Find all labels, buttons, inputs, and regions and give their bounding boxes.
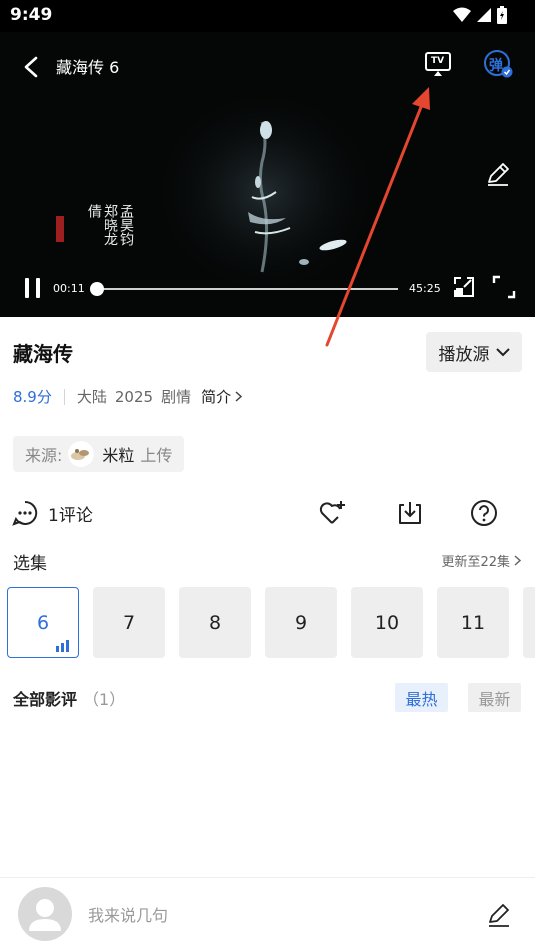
pencil-icon[interactable] [484, 160, 512, 188]
comment-input[interactable] [88, 900, 458, 930]
score: 8.9分 [13, 388, 52, 406]
playing-bars-icon [56, 640, 69, 652]
episodes-update-text: 更新至22集 [441, 555, 510, 570]
credits-text: 孟昊钧 郑晓龙 倩 [86, 204, 134, 246]
episode-number: 9 [294, 611, 308, 634]
show-title: 藏海传 [13, 342, 73, 366]
episode-item[interactable]: 7 [93, 587, 165, 658]
comment-input-bar [0, 877, 535, 951]
video-player[interactable]: 孟昊钧 郑晓龙 倩 藏海传 6 TV 弹 00:11 45:25 [0, 32, 535, 317]
chat-bubble-icon [12, 500, 38, 526]
picture-in-picture-icon[interactable] [452, 275, 476, 299]
episode-list: 6 7 8 9 10 11 [7, 587, 535, 658]
year: 2025 [114, 387, 154, 406]
episode-item[interactable]: 8 [179, 587, 251, 658]
status-time: 9:49 [10, 5, 53, 25]
play-source-label: 播放源 [438, 344, 490, 365]
tv-cast-button[interactable]: TV [422, 50, 454, 80]
play-source-button[interactable]: 播放源 [426, 332, 522, 372]
progress-thumb[interactable] [90, 282, 105, 296]
chevron-right-icon [514, 555, 521, 566]
reviews-count: （1） [83, 690, 126, 709]
episode-number: 10 [374, 611, 400, 634]
cellular-icon [477, 8, 491, 22]
episode-item-active[interactable]: 6 [7, 587, 79, 658]
intro-label: 简介 [201, 388, 232, 406]
total-time: 45:25 [409, 282, 441, 295]
reviews-title: 全部影评 [13, 690, 78, 709]
wifi-icon [453, 7, 471, 22]
chevron-right-icon [235, 391, 243, 402]
fullscreen-icon[interactable] [492, 275, 516, 299]
episode-number: 8 [208, 611, 222, 634]
show-meta: 8.9分 大陆 2025 剧情 简介 [13, 386, 243, 407]
status-icons [453, 6, 507, 24]
danmu-toggle-button[interactable]: 弹 [482, 48, 516, 82]
uploader-badge[interactable]: 来源: 米粒 上传 [13, 436, 185, 472]
progress-bar[interactable] [90, 282, 398, 296]
user-avatar[interactable] [18, 887, 72, 941]
battery-icon [497, 6, 507, 24]
uploader-name: 米粒 [102, 446, 135, 465]
tv-cast-label: TV [431, 56, 445, 66]
download-icon[interactable] [396, 499, 424, 527]
episodes-label: 选集 [13, 554, 47, 574]
heart-plus-icon[interactable] [318, 499, 346, 527]
sort-hot-button[interactable]: 最热 [395, 683, 448, 712]
episode-item[interactable]: 11 [437, 587, 509, 658]
episodes-update-link[interactable]: 更新至22集 [441, 551, 521, 570]
uploader-suffix: 上传 [140, 446, 173, 465]
comment-count: 1评论 [48, 505, 93, 526]
uploader-avatar [68, 441, 95, 467]
player-top-bar: 藏海传 6 TV 弹 [0, 32, 535, 102]
uploader-prefix: 来源: [25, 446, 63, 465]
episode-number: 7 [122, 611, 136, 634]
current-time: 00:11 [53, 282, 85, 295]
episode-item[interactable]: 9 [265, 587, 337, 658]
episode-number: 11 [460, 611, 486, 634]
region: 大陆 [76, 388, 107, 406]
divider [63, 388, 65, 405]
episode-number: 6 [36, 611, 50, 634]
pencil-icon[interactable] [486, 902, 512, 928]
chevron-down-icon [495, 348, 510, 357]
sort-new-button[interactable]: 最新 [468, 683, 521, 712]
danmu-label: 弹 [489, 58, 503, 74]
reviews-heading: 全部影评 （1） [13, 686, 125, 710]
back-arrow-icon[interactable] [18, 52, 46, 82]
intro-link[interactable]: 简介 [201, 386, 243, 407]
player-controls: 00:11 45:25 [0, 270, 535, 306]
status-bar: 9:49 [0, 0, 535, 32]
help-icon[interactable] [470, 499, 498, 527]
episode-item-partial[interactable] [523, 587, 535, 658]
pause-icon[interactable] [20, 274, 46, 302]
genre: 剧情 [161, 388, 192, 406]
episode-item[interactable]: 10 [351, 587, 423, 658]
comment-button[interactable]: 1评论 [12, 500, 93, 526]
default-avatar-icon [29, 899, 61, 931]
video-title: 藏海传 6 [56, 58, 120, 77]
